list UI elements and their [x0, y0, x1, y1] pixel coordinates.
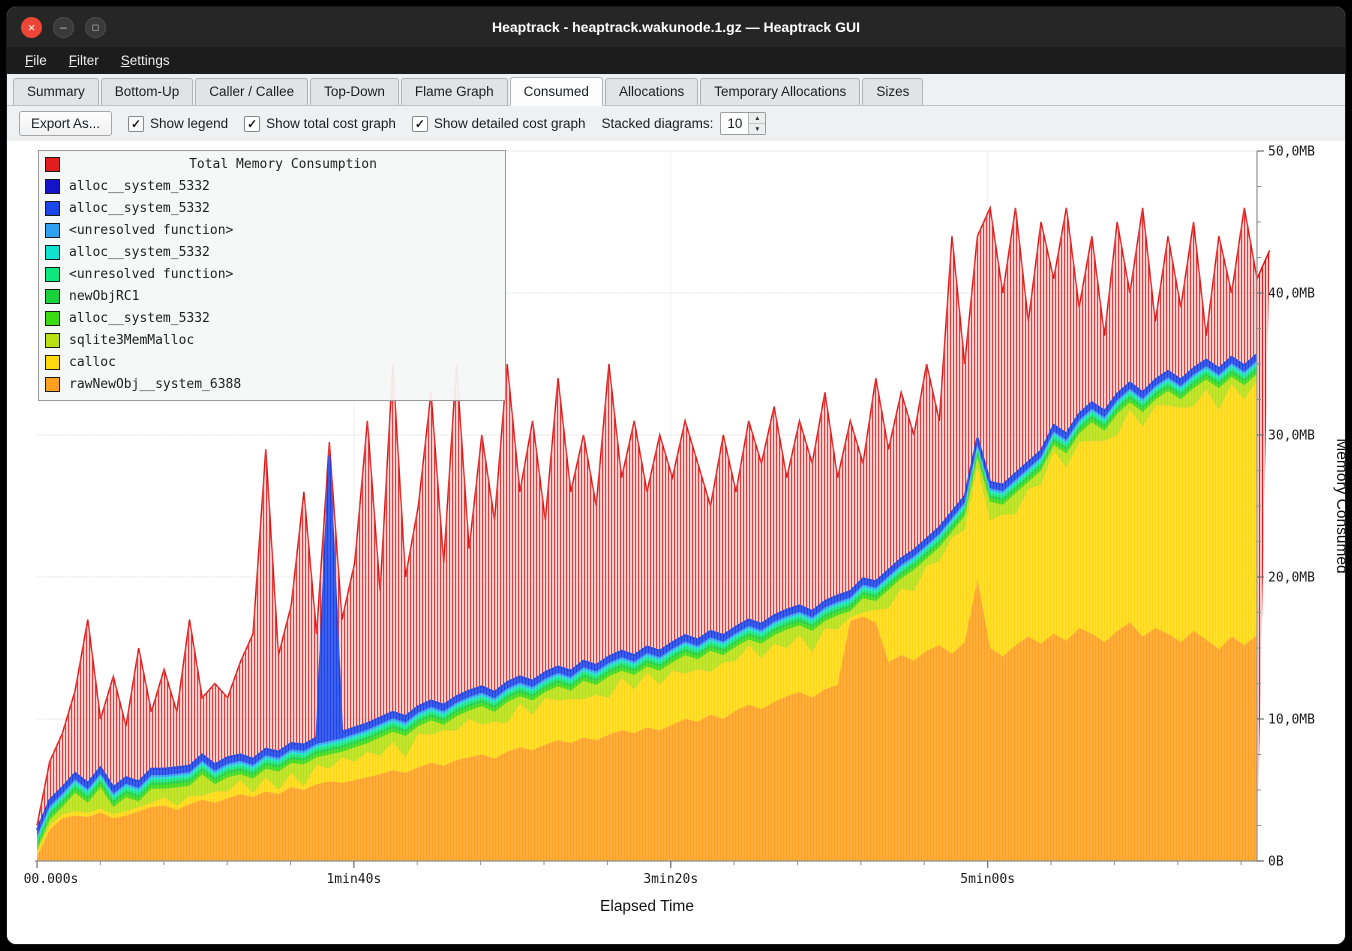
menu-settings[interactable]: Settings — [111, 49, 180, 72]
show-total-cost-label: Show total cost graph — [266, 116, 396, 131]
x-axis-title: Elapsed Time — [600, 898, 694, 915]
tab-temporary-allocations[interactable]: Temporary Allocations — [700, 78, 860, 105]
legend-swatch-icon — [45, 355, 60, 370]
tab-consumed[interactable]: Consumed — [510, 77, 603, 106]
spin-down-button[interactable]: ▼ — [749, 123, 765, 134]
legend-item-label: <unresolved function> — [69, 267, 233, 282]
close-button[interactable]: × — [21, 17, 42, 38]
window-controls: × – ◻ — [21, 7, 106, 47]
window-title: Heaptrack - heaptrack.wakunode.1.gz — He… — [492, 19, 860, 35]
legend-swatch-icon — [45, 333, 60, 348]
tab-flame-graph[interactable]: Flame Graph — [401, 78, 508, 105]
legend-swatch-icon — [45, 157, 60, 172]
spin-up-icon: ▲ — [754, 115, 760, 122]
legend-item-label: alloc__system_5332 — [69, 179, 210, 194]
minimize-icon: – — [60, 21, 67, 33]
legend-swatch-icon — [45, 223, 60, 238]
show-detailed-cost-checkbox[interactable]: ✓ — [412, 116, 428, 132]
menu-file[interactable]: File — [15, 49, 57, 72]
menu-filter[interactable]: Filter — [59, 49, 109, 72]
legend-item: sqlite3MemMalloc — [45, 329, 497, 351]
spin-down-icon: ▼ — [754, 126, 760, 133]
check-icon: ✓ — [415, 117, 425, 131]
title-bar[interactable]: × – ◻ Heaptrack - heaptrack.wakunode.1.g… — [7, 7, 1345, 47]
legend-swatch-icon — [45, 245, 60, 260]
tab-bar: Summary Bottom-Up Caller / Callee Top-Do… — [7, 74, 1345, 106]
stacked-diagrams-stepper[interactable]: 10 ▲ ▼ — [720, 112, 766, 135]
chart-legend: Total Memory Consumption alloc__system_53… — [38, 150, 506, 401]
legend-item: alloc__system_5332 — [45, 175, 497, 197]
legend-item: alloc__system_5332 — [45, 197, 497, 219]
show-legend-checkbox[interactable]: ✓ — [128, 116, 144, 132]
check-icon: ✓ — [247, 117, 257, 131]
x-tick-label: 3min20s — [643, 872, 698, 887]
y-tick-label: 30,0MB — [1268, 429, 1315, 444]
legend-item: calloc — [45, 351, 497, 373]
legend-swatch-icon — [45, 311, 60, 326]
legend-item-label: <unresolved function> — [69, 223, 233, 238]
legend-item: <unresolved function> — [45, 219, 497, 241]
show-detailed-cost-label: Show detailed cost graph — [434, 116, 586, 131]
export-as-button[interactable]: Export As... — [19, 111, 112, 136]
legend-swatch-icon — [45, 267, 60, 282]
legend-item-label: rawNewObj__system_6388 — [69, 377, 241, 392]
legend-title-row: Total Memory Consumption — [45, 153, 497, 175]
legend-swatch-icon — [45, 179, 60, 194]
legend-item-label: calloc — [69, 355, 116, 370]
show-total-cost-checkbox[interactable]: ✓ — [244, 116, 260, 132]
stacked-diagrams-label: Stacked diagrams: — [602, 116, 714, 131]
legend-swatch-icon — [45, 201, 60, 216]
heaptrack-window: × – ◻ Heaptrack - heaptrack.wakunode.1.g… — [6, 6, 1346, 945]
spin-up-button[interactable]: ▲ — [749, 113, 765, 123]
show-legend-label: Show legend — [150, 116, 228, 131]
minimize-button[interactable]: – — [53, 17, 74, 38]
chart-toolbar: Export As... ✓ Show legend ✓ Show total … — [7, 106, 1345, 141]
y-tick-label: 20,0MB — [1268, 571, 1315, 586]
legend-item-label: alloc__system_5332 — [69, 201, 210, 216]
x-tick-label: 00.000s — [24, 872, 79, 887]
legend-item: alloc__system_5332 — [45, 241, 497, 263]
tab-top-down[interactable]: Top-Down — [310, 78, 399, 105]
legend-item: alloc__system_5332 — [45, 307, 497, 329]
y-tick-label: 50,0MB — [1268, 145, 1315, 160]
legend-item-label: alloc__system_5332 — [69, 245, 210, 260]
tab-summary[interactable]: Summary — [13, 78, 99, 105]
legend-item-label: alloc__system_5332 — [69, 311, 210, 326]
legend-item: rawNewObj__system_6388 — [45, 373, 497, 395]
legend-swatch-icon — [45, 289, 60, 304]
close-icon: × — [28, 21, 36, 34]
tab-bottom-up[interactable]: Bottom-Up — [101, 78, 194, 105]
tab-allocations[interactable]: Allocations — [605, 78, 698, 105]
x-tick-label: 1min40s — [326, 872, 381, 887]
maximize-icon: ◻ — [92, 23, 99, 32]
tab-sizes[interactable]: Sizes — [862, 78, 923, 105]
legend-item-label: newObjRC1 — [69, 289, 139, 304]
legend-title: Total Memory Consumption — [69, 157, 497, 172]
legend-item-label: sqlite3MemMalloc — [69, 333, 194, 348]
maximize-button[interactable]: ◻ — [85, 17, 106, 38]
legend-swatch-icon — [45, 377, 60, 392]
tab-caller-callee[interactable]: Caller / Callee — [195, 78, 308, 105]
stacked-diagrams-value[interactable]: 10 — [721, 113, 748, 134]
menu-bar: File Filter Settings — [7, 47, 1345, 74]
check-icon: ✓ — [131, 117, 141, 131]
y-tick-label: 0B — [1268, 855, 1284, 870]
y-axis-title: Memory Consumed — [1333, 438, 1346, 573]
x-tick-label: 5min00s — [960, 872, 1015, 887]
y-tick-label: 40,0MB — [1268, 287, 1315, 302]
legend-item: newObjRC1 — [45, 285, 497, 307]
y-tick-label: 10,0MB — [1268, 713, 1315, 728]
memory-consumption-chart[interactable]: 00.000s 1min40s 3min20s 5min00s 0B 10,0MB 20,0… — [7, 141, 1345, 944]
spin-buttons: ▲ ▼ — [748, 113, 765, 134]
legend-item: <unresolved function> — [45, 263, 497, 285]
